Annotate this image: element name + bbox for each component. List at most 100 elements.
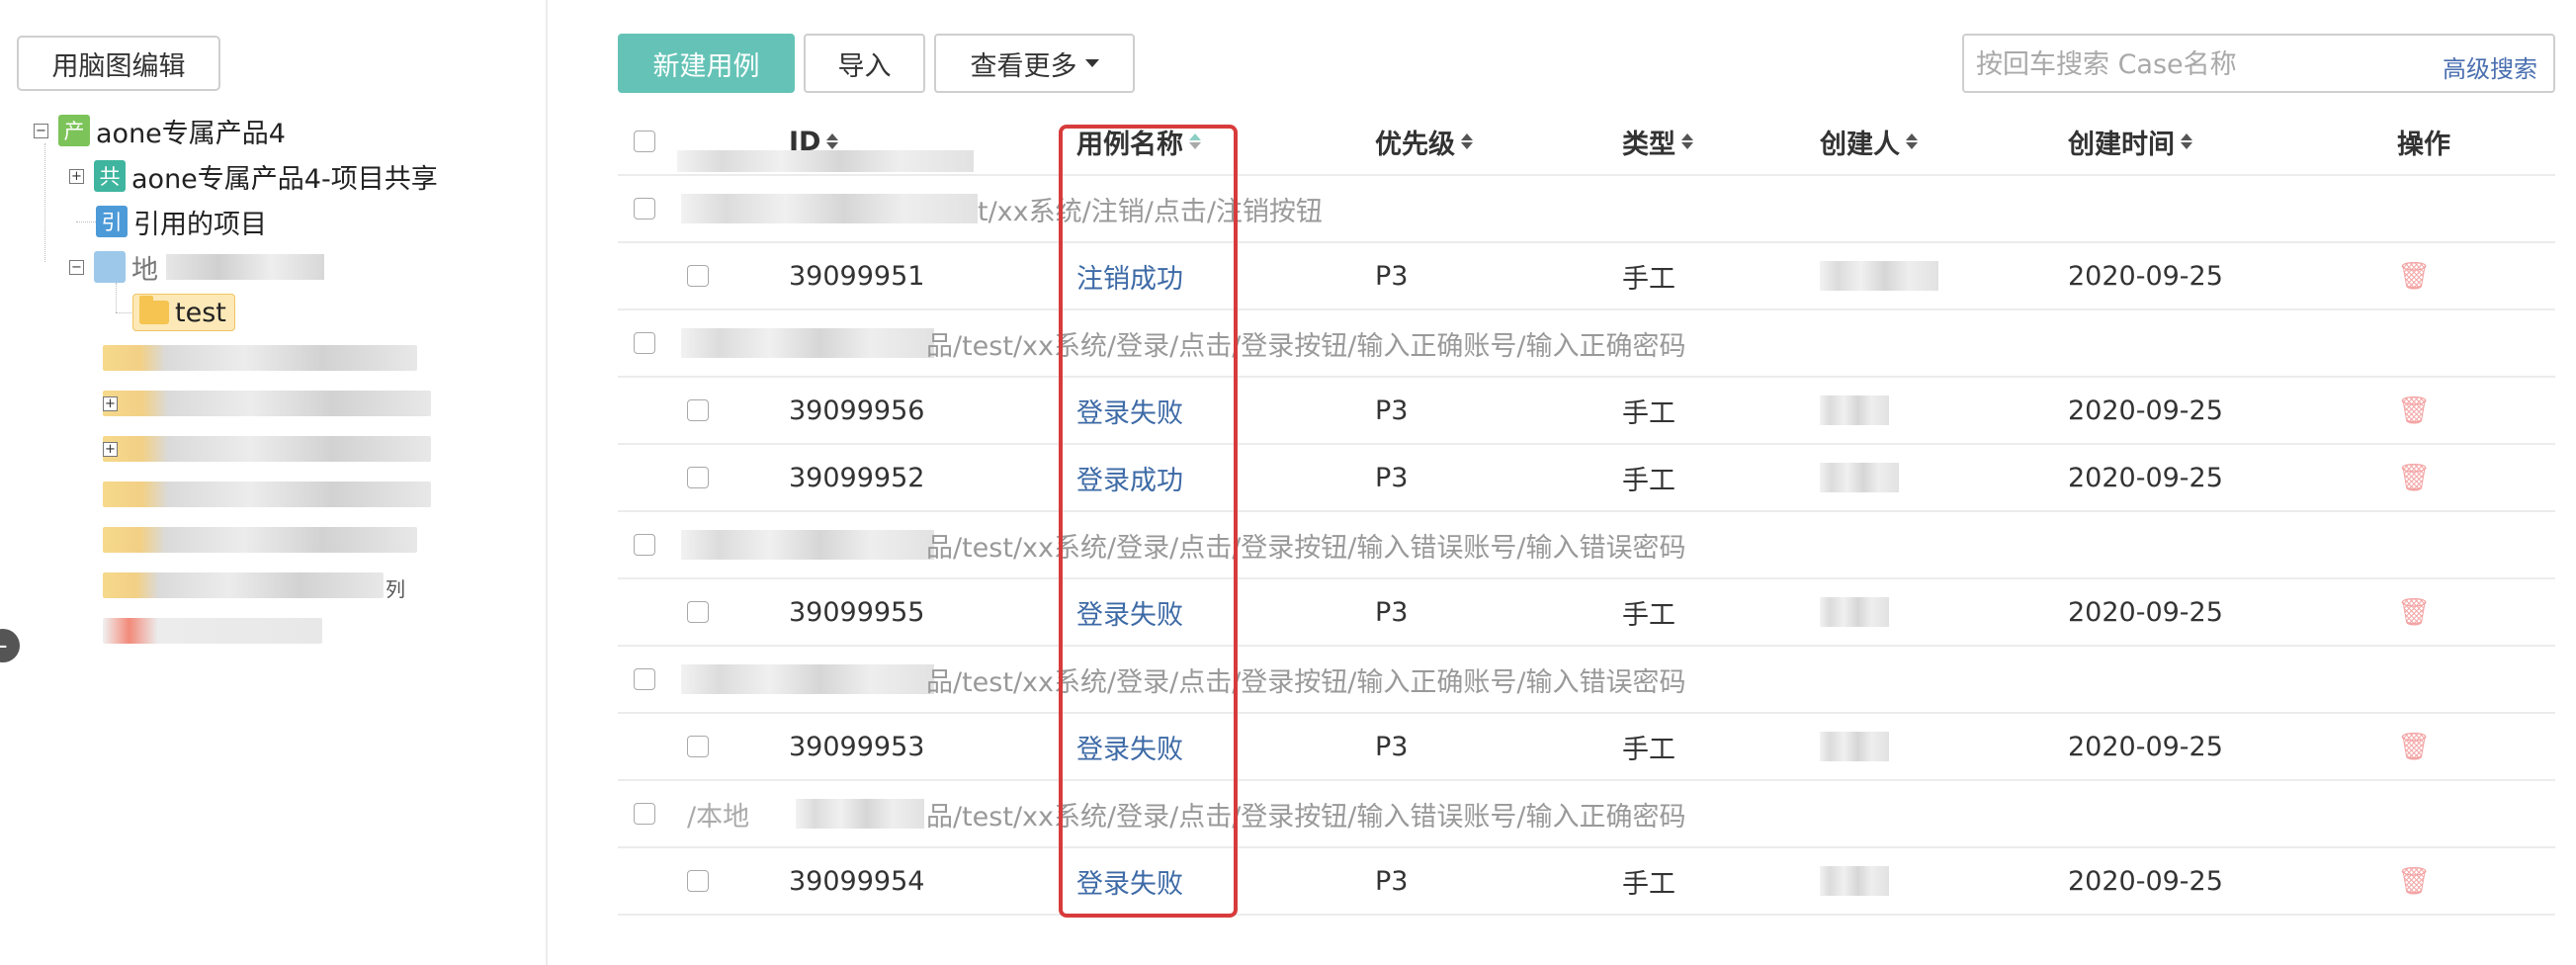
tree-node-label: 列: [386, 577, 405, 601]
row-checkbox[interactable]: [687, 467, 709, 488]
table-row[interactable]: 39099956 登录失败 P3 手工 2020-09-25 🗑: [618, 378, 2555, 445]
sort-icon: [1681, 133, 1693, 149]
redacted-text: [166, 254, 324, 280]
group-row[interactable]: /本地 品/test/xx系统/登录/点击/登录按钮/输入错误账号/输入正确密码: [618, 781, 2555, 848]
tree-node-shared[interactable]: + 共 aone专属产品4-项目共享: [69, 156, 438, 196]
collapse-toggle-icon[interactable]: −: [69, 259, 84, 275]
tree-node-referenced[interactable]: 引 引用的项目: [96, 202, 267, 241]
tree-node-test[interactable]: test: [132, 293, 235, 332]
project-badge-icon: [94, 251, 126, 283]
case-name-link[interactable]: 登录失败: [1076, 378, 1183, 443]
table-row[interactable]: 39099955 登录失败 P3 手工 2020-09-25 🗑: [618, 579, 2555, 647]
column-header-created-at[interactable]: 创建时间: [2068, 109, 2192, 174]
redacted-text: [1820, 463, 1899, 492]
row-checkbox[interactable]: [687, 870, 709, 892]
sort-icon: [1906, 133, 1918, 149]
table-row[interactable]: 39099953 登录失败 P3 手工 鬼 2020-09-25 🗑: [618, 714, 2555, 781]
group-checkbox[interactable]: [634, 332, 655, 354]
case-created-at: 2020-09-25: [2068, 260, 2223, 292]
delete-icon[interactable]: 🗑: [2397, 714, 2431, 779]
redacted-tree-node[interactable]: [103, 482, 431, 507]
group-checkbox[interactable]: [634, 198, 655, 219]
row-checkbox[interactable]: [687, 736, 709, 757]
redacted-tree-node[interactable]: [103, 572, 384, 598]
mindmap-edit-button[interactable]: 用脑图编辑: [17, 36, 220, 91]
redacted-text: [1820, 395, 1889, 425]
tree-node-label: test: [175, 297, 226, 328]
group-row[interactable]: 品/test/xx系统/登录/点击/登录按钮/输入错误账号/输入错误密码: [618, 512, 2555, 579]
group-row[interactable]: 品/test/xx系统/登录/点击/登录按钮/输入正确账号/输入正确密码: [618, 310, 2555, 378]
case-created-at: 2020-09-25: [2068, 731, 2223, 762]
row-checkbox[interactable]: [687, 601, 709, 623]
case-name-link[interactable]: 登录失败: [1076, 579, 1183, 645]
expand-toggle-icon[interactable]: +: [103, 442, 118, 457]
group-path: 品/test/xx系统/登录/点击/登录按钮/输入正确账号/输入错误密码: [926, 666, 1686, 698]
delete-icon[interactable]: 🗑: [2397, 378, 2431, 443]
case-search-input[interactable]: [1974, 42, 2413, 87]
delete-icon[interactable]: 🗑: [2397, 243, 2431, 308]
column-header-type[interactable]: 类型: [1622, 109, 1693, 174]
column-header-name[interactable]: 用例名称: [1076, 109, 1201, 174]
redacted-tree-node[interactable]: [103, 391, 431, 416]
redacted-text: [681, 328, 934, 358]
redacted-text: [1820, 261, 1938, 291]
redacted-text: [681, 530, 934, 560]
sidebar: 用脑图编辑 − 产 aone专属产品4 + 共 aone专属产品4-项目共享 引…: [0, 0, 548, 965]
group-row[interactable]: 品/test/xx系统/登录/点击/登录按钮/输入正确账号/输入错误密码: [618, 647, 2555, 714]
delete-icon[interactable]: 🗑: [2397, 579, 2431, 645]
group-path-prefix: /本地: [687, 801, 750, 833]
case-name-link[interactable]: 注销成功: [1076, 243, 1183, 308]
group-checkbox[interactable]: [634, 803, 655, 825]
table-row[interactable]: 39099954 登录失败 P3 手工 2020-09-25 🗑: [618, 848, 2555, 916]
tree-node-label: aone专属产品4-项目共享: [131, 163, 438, 195]
group-checkbox[interactable]: [634, 668, 655, 690]
view-more-dropdown[interactable]: 查看更多: [934, 34, 1135, 93]
case-priority: P3: [1375, 395, 1409, 426]
column-header-priority[interactable]: 优先级: [1375, 109, 1473, 174]
case-type: 手工: [1622, 465, 1675, 496]
product-badge-icon: 产: [58, 115, 90, 146]
sort-icon: [1189, 133, 1201, 149]
redacted-tree-node[interactable]: [103, 527, 417, 553]
case-id: 39099956: [789, 395, 925, 426]
case-name-link[interactable]: 登录失败: [1076, 848, 1183, 914]
redacted-tree-node[interactable]: [103, 618, 322, 644]
case-type: 手工: [1622, 868, 1675, 900]
group-row[interactable]: t/xx系统/注销/点击/注销按钮: [618, 176, 2555, 243]
import-button[interactable]: 导入: [804, 34, 925, 93]
row-checkbox[interactable]: [687, 265, 709, 287]
tree-connector: [76, 221, 96, 222]
redacted-tree-node[interactable]: [103, 345, 417, 371]
redacted-tree-node[interactable]: [103, 436, 431, 462]
group-path: 品/test/xx系统/登录/点击/登录按钮/输入正确账号/输入正确密码: [926, 330, 1686, 362]
case-id: 39099952: [789, 462, 925, 493]
group-path: 品/test/xx系统/登录/点击/登录按钮/输入错误账号/输入正确密码: [926, 801, 1686, 833]
new-case-button[interactable]: 新建用例: [618, 34, 795, 93]
advanced-search-link[interactable]: 高级搜索: [2443, 49, 2537, 84]
collapse-toggle-icon[interactable]: −: [34, 123, 48, 138]
column-header-creator[interactable]: 创建人: [1820, 109, 1918, 174]
tree-node-local[interactable]: − 地: [69, 247, 324, 287]
case-id: 39099954: [789, 865, 925, 897]
group-checkbox[interactable]: [634, 534, 655, 556]
tree-node-root[interactable]: − 产 aone专属产品4: [34, 111, 286, 150]
expand-toggle-icon[interactable]: +: [69, 168, 84, 184]
redacted-text: [677, 150, 974, 172]
delete-icon[interactable]: 🗑: [2397, 848, 2431, 914]
table-row[interactable]: 39099952 登录成功 P3 手工 2020-09-25 🗑: [618, 445, 2555, 512]
expand-toggle-icon[interactable]: +: [103, 396, 118, 411]
delete-icon[interactable]: 🗑: [2397, 445, 2431, 510]
select-all-checkbox[interactable]: [634, 131, 655, 152]
case-created-at: 2020-09-25: [2068, 462, 2223, 493]
row-checkbox[interactable]: [687, 399, 709, 421]
case-id: 39099955: [789, 596, 925, 628]
case-name-link[interactable]: 登录成功: [1076, 445, 1183, 510]
case-name-link[interactable]: 登录失败: [1076, 714, 1183, 779]
folder-icon: [139, 296, 169, 324]
tree-node-label: 引用的项目: [133, 209, 267, 240]
selected-folder[interactable]: test: [132, 294, 235, 331]
column-header-actions: 操作: [2397, 129, 2450, 160]
tree-connector: [116, 283, 117, 312]
case-type: 手工: [1622, 397, 1675, 429]
table-row[interactable]: 39099951 注销成功 P3 手工 鬼 2020-09-25 🗑: [618, 243, 2555, 310]
